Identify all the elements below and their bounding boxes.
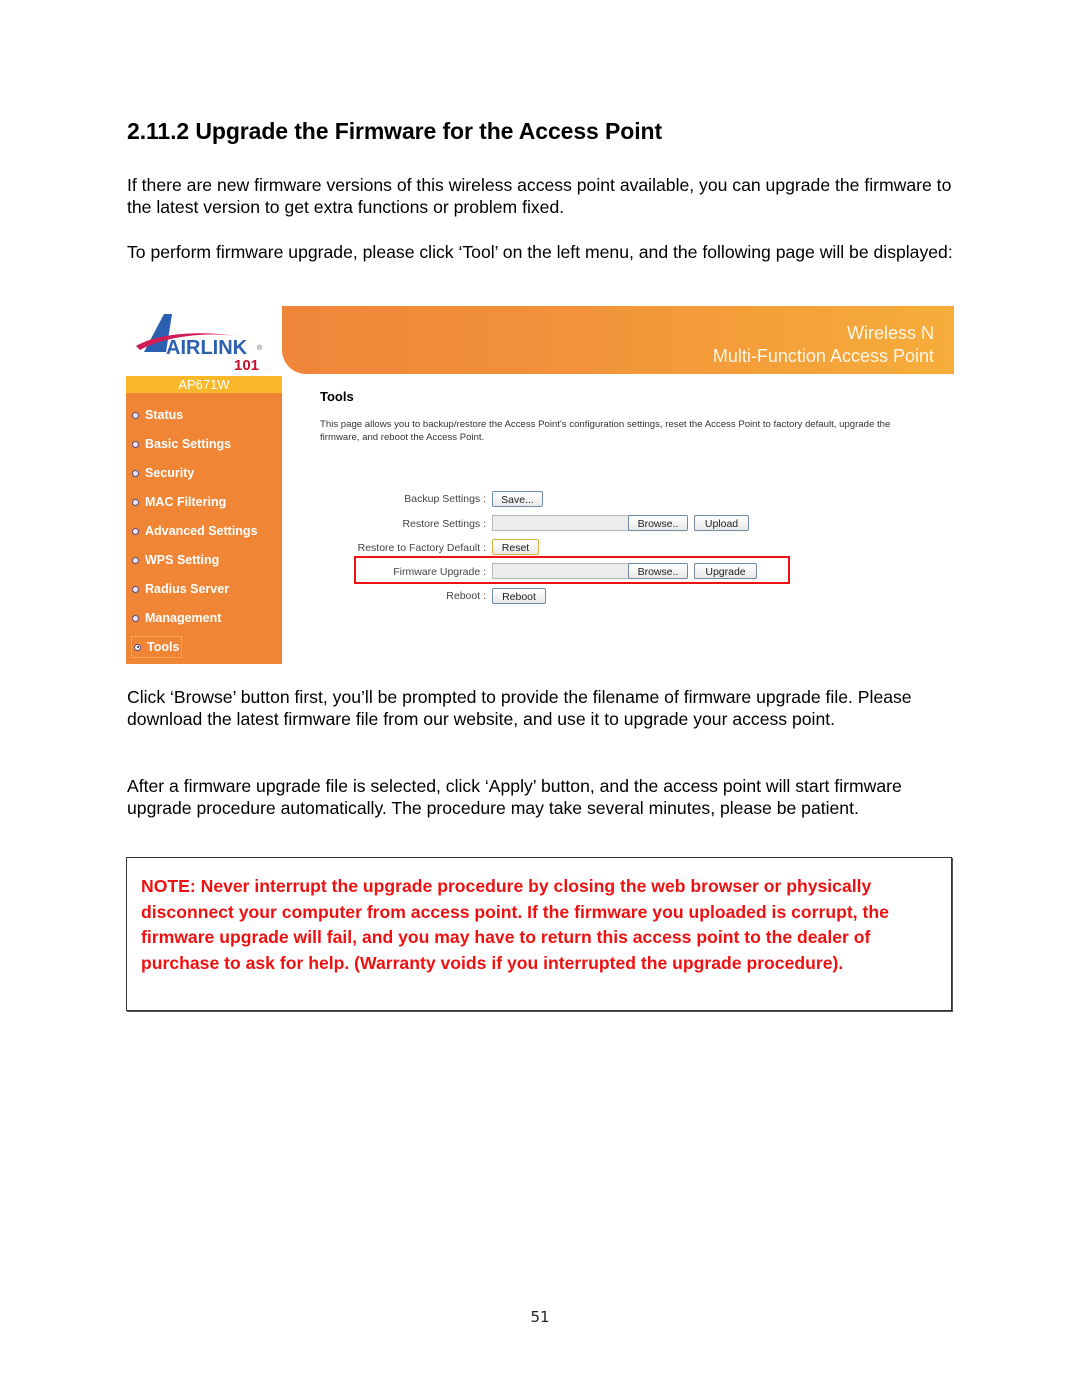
sidebar-item-label: Management bbox=[145, 611, 222, 625]
firmware-upgrade-label: Firmware Upgrade : bbox=[393, 566, 486, 578]
sidebar-item-mac-filtering[interactable]: MAC Filtering bbox=[132, 492, 226, 512]
sidebar-menu: Status Basic Settings Security MAC Filte… bbox=[126, 393, 282, 664]
restore-file-input[interactable] bbox=[492, 515, 630, 531]
section-title: 2.11.2 Upgrade the Firmware for the Acce… bbox=[127, 118, 663, 144]
sidebar-item-label: Advanced Settings bbox=[145, 524, 258, 538]
banner-line-2: Multi-Function Access Point bbox=[712, 346, 934, 366]
logo-sub-text: 101 bbox=[234, 357, 259, 374]
sidebar-item-status[interactable]: Status bbox=[132, 405, 183, 425]
logo-brand-text: AIRLINK bbox=[166, 337, 248, 359]
sidebar-item-wps-setting[interactable]: WPS Setting bbox=[132, 550, 219, 570]
instruction-paragraph: To perform firmware upgrade, please clic… bbox=[127, 242, 953, 262]
restore-settings-label: Restore Settings : bbox=[402, 518, 486, 530]
sidebar-item-radius-server[interactable]: Radius Server bbox=[132, 579, 229, 599]
apply-paragraph: After a firmware upgrade file is selecte… bbox=[127, 776, 902, 818]
bullet-icon bbox=[132, 527, 139, 535]
sidebar-item-management[interactable]: Management bbox=[132, 608, 221, 628]
sidebar-item-security[interactable]: Security bbox=[132, 463, 194, 483]
backup-settings-label: Backup Settings : bbox=[404, 493, 486, 505]
sidebar-item-tools[interactable]: Tools bbox=[130, 636, 183, 658]
sidebar-item-label: Radius Server bbox=[145, 582, 230, 596]
tools-description: This page allows you to backup/restore t… bbox=[320, 419, 891, 443]
firmware-file-input[interactable] bbox=[492, 563, 630, 579]
bullet-icon bbox=[132, 469, 139, 477]
banner-line-1: Wireless N bbox=[846, 323, 934, 343]
firmware-browse-button[interactable]: Browse.. bbox=[628, 563, 688, 579]
sidebar-item-label: WPS Setting bbox=[145, 553, 220, 567]
airlink-logo: AIRLINK ® 101 bbox=[126, 306, 282, 374]
selected-bullet-icon bbox=[134, 643, 141, 651]
bullet-icon bbox=[132, 556, 139, 564]
upload-button[interactable]: Upload bbox=[694, 515, 749, 531]
product-banner: Wireless N Multi-Function Access Point bbox=[282, 306, 954, 374]
sidebar-item-label: MAC Filtering bbox=[145, 495, 227, 509]
bullet-icon bbox=[132, 614, 139, 622]
router-tools-screenshot: AIRLINK ® 101 Wireless N Multi-Function … bbox=[126, 306, 954, 664]
bullet-icon bbox=[132, 440, 139, 448]
reboot-label: Reboot : bbox=[446, 590, 486, 602]
model-label: AP671W bbox=[126, 376, 282, 393]
reboot-button[interactable]: Reboot bbox=[492, 588, 546, 604]
sidebar-item-label: Tools bbox=[147, 640, 180, 654]
sidebar-item-advanced-settings[interactable]: Advanced Settings bbox=[132, 521, 258, 541]
reset-button[interactable]: Reset bbox=[492, 539, 539, 555]
bullet-icon bbox=[132, 585, 139, 593]
sidebar-item-label: Security bbox=[145, 466, 195, 480]
page-number: 51 bbox=[530, 1308, 550, 1326]
warning-note-box: NOTE: Never interrupt the upgrade proced… bbox=[126, 857, 952, 1011]
factory-default-label: Restore to Factory Default : bbox=[357, 542, 486, 554]
save-button[interactable]: Save... bbox=[492, 491, 543, 507]
warning-note-text: NOTE: Never interrupt the upgrade proced… bbox=[141, 876, 889, 974]
registered-mark: ® bbox=[257, 344, 263, 352]
sidebar-item-basic-settings[interactable]: Basic Settings bbox=[132, 434, 231, 454]
sidebar-item-label: Status bbox=[145, 408, 184, 422]
intro-paragraph: If there are new firmware versions of th… bbox=[127, 175, 952, 217]
upgrade-button[interactable]: Upgrade bbox=[694, 563, 757, 579]
tools-heading: Tools bbox=[320, 389, 354, 404]
bullet-icon bbox=[132, 411, 139, 419]
sidebar-item-label: Basic Settings bbox=[145, 437, 232, 451]
browse-paragraph: Click ‘Browse’ button first, you’ll be p… bbox=[127, 687, 912, 729]
restore-browse-button[interactable]: Browse.. bbox=[628, 515, 688, 531]
bullet-icon bbox=[132, 498, 139, 506]
